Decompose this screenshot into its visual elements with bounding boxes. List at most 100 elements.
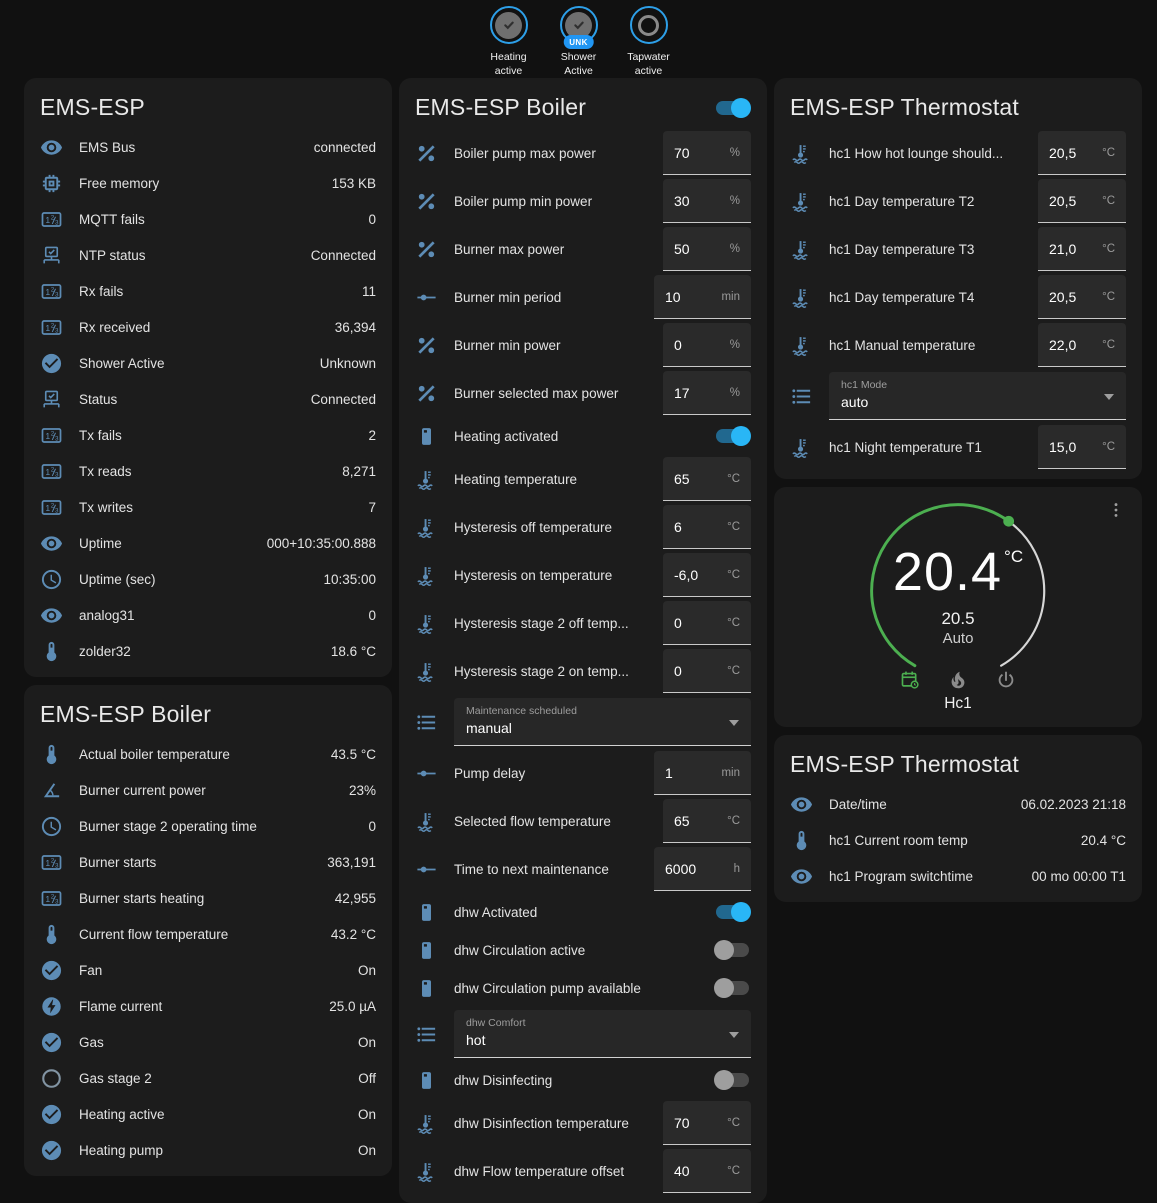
entity-row[interactable]: Burner max power50% xyxy=(399,225,767,273)
entity-row[interactable]: hc1 Day temperature T220,5°C xyxy=(774,177,1142,225)
select-input[interactable]: dhw Comforthot xyxy=(454,1010,751,1058)
number-input[interactable]: 20,5°C xyxy=(1038,131,1126,175)
entity-row[interactable]: Hysteresis stage 2 off temp...0°C xyxy=(399,599,767,647)
entity-row[interactable]: Flame current25.0 µA xyxy=(24,988,392,1024)
entity-row[interactable]: dhw Circulation active xyxy=(399,931,767,969)
entity-row[interactable]: Heating activeOn xyxy=(24,1096,392,1132)
boiler-power-toggle[interactable] xyxy=(714,98,751,118)
entity-row[interactable]: EMS Busconnected xyxy=(24,129,392,165)
number-input[interactable]: 20,5°C xyxy=(1038,179,1126,223)
entity-row[interactable]: 123Burner starts363,191 xyxy=(24,844,392,880)
number-input[interactable]: 70% xyxy=(663,131,751,175)
number-input[interactable]: 17% xyxy=(663,371,751,415)
entity-row[interactable]: 123Burner starts heating42,955 xyxy=(24,880,392,916)
entity-toggle[interactable] xyxy=(714,940,751,960)
dial-handle[interactable] xyxy=(1003,516,1014,527)
entity-row[interactable]: 123Rx fails11 xyxy=(24,273,392,309)
number-input[interactable]: 6°C xyxy=(663,505,751,549)
number-input[interactable]: 50% xyxy=(663,227,751,271)
number-input[interactable]: 6000h xyxy=(654,847,751,891)
entity-label: Heating pump xyxy=(79,1143,163,1158)
entity-row[interactable]: Gas stage 2Off xyxy=(24,1060,392,1096)
calendar-clock-icon[interactable] xyxy=(899,669,921,691)
number-input[interactable]: 70°C xyxy=(663,1101,751,1145)
entity-row[interactable]: NTP statusConnected xyxy=(24,237,392,273)
entity-row[interactable]: 123Rx received36,394 xyxy=(24,309,392,345)
entity-row[interactable]: 123Tx writes7 xyxy=(24,489,392,525)
entity-row[interactable]: Maintenance scheduledmanual xyxy=(399,695,767,749)
number-input[interactable]: 65°C xyxy=(663,457,751,501)
entity-row[interactable]: dhw Disinfecting xyxy=(399,1061,767,1099)
number-input[interactable]: 0°C xyxy=(663,601,751,645)
entity-row[interactable]: Date/time06.02.2023 21:18 xyxy=(774,786,1142,822)
entity-row[interactable]: zolder3218.6 °C xyxy=(24,633,392,669)
entity-row[interactable]: Hysteresis off temperature6°C xyxy=(399,503,767,551)
entity-row[interactable]: hc1 Modeauto xyxy=(774,369,1142,423)
entity-row[interactable]: Boiler pump max power70% xyxy=(399,129,767,177)
entity-row[interactable]: dhw Activated xyxy=(399,893,767,931)
entity-row[interactable]: Burner current power23% xyxy=(24,772,392,808)
entity-row[interactable]: Shower ActiveUnknown xyxy=(24,345,392,381)
number-input[interactable]: 10min xyxy=(654,275,751,319)
entity-row[interactable]: 123MQTT fails0 xyxy=(24,201,392,237)
number-input[interactable]: 0% xyxy=(663,323,751,367)
entity-row[interactable]: Free memory153 KB xyxy=(24,165,392,201)
number-input[interactable]: -6,0°C xyxy=(663,553,751,597)
entity-row[interactable]: hc1 Night temperature T115,0°C xyxy=(774,423,1142,471)
entity-row[interactable]: StatusConnected xyxy=(24,381,392,417)
number-input[interactable]: 1min xyxy=(654,751,751,795)
number-input[interactable]: 22,0°C xyxy=(1038,323,1126,367)
entity-row[interactable]: Boiler pump min power30% xyxy=(399,177,767,225)
entity-toggle[interactable] xyxy=(714,902,751,922)
entity-row[interactable]: hc1 Current room temp20.4 °C xyxy=(774,822,1142,858)
entity-row[interactable]: Actual boiler temperature43.5 °C xyxy=(24,736,392,772)
entity-row[interactable]: hc1 Manual temperature22,0°C xyxy=(774,321,1142,369)
entity-row[interactable]: 123Tx reads8,271 xyxy=(24,453,392,489)
badge-shower-active[interactable]: UNKShower Active xyxy=(550,6,608,78)
entity-row[interactable]: analog310 xyxy=(24,597,392,633)
entity-row[interactable]: dhw Comforthot xyxy=(399,1007,767,1061)
entity-row[interactable]: 123Tx fails2 xyxy=(24,417,392,453)
entity-row[interactable]: dhw Disinfection temperature70°C xyxy=(399,1099,767,1147)
entity-row[interactable]: Pump delay1min xyxy=(399,749,767,797)
entity-row[interactable]: hc1 Day temperature T321,0°C xyxy=(774,225,1142,273)
badge-heating-active[interactable]: Heating active xyxy=(480,6,538,78)
select-input[interactable]: hc1 Modeauto xyxy=(829,372,1126,420)
select-input[interactable]: Maintenance scheduledmanual xyxy=(454,698,751,746)
entity-row[interactable]: hc1 Program switchtime00 mo 00:00 T1 xyxy=(774,858,1142,894)
entity-row[interactable]: GasOn xyxy=(24,1024,392,1060)
power-icon[interactable] xyxy=(995,669,1017,691)
number-input[interactable]: 40°C xyxy=(663,1149,751,1193)
entity-row[interactable]: Burner selected max power17% xyxy=(399,369,767,417)
entity-row[interactable]: FanOn xyxy=(24,952,392,988)
entity-row[interactable]: Selected flow temperature65°C xyxy=(399,797,767,845)
fire-icon[interactable] xyxy=(947,669,969,691)
number-input[interactable]: 20,5°C xyxy=(1038,275,1126,319)
entity-row[interactable]: Uptime000+10:35:00.888 xyxy=(24,525,392,561)
number-input[interactable]: 30% xyxy=(663,179,751,223)
entity-row[interactable]: hc1 Day temperature T420,5°C xyxy=(774,273,1142,321)
number-input[interactable]: 0°C xyxy=(663,649,751,693)
entity-row[interactable]: dhw Flow temperature offset40°C xyxy=(399,1147,767,1195)
number-input[interactable]: 15,0°C xyxy=(1038,425,1126,469)
entity-row[interactable]: Burner min period10min xyxy=(399,273,767,321)
entity-row[interactable]: Hysteresis on temperature-6,0°C xyxy=(399,551,767,599)
entity-row[interactable]: Hysteresis stage 2 on temp...0°C xyxy=(399,647,767,695)
number-input[interactable]: 21,0°C xyxy=(1038,227,1126,271)
badge-tapwater-active[interactable]: Tapwater active xyxy=(620,6,678,78)
number-input[interactable]: 65°C xyxy=(663,799,751,843)
entity-toggle[interactable] xyxy=(714,978,751,998)
entity-toggle[interactable] xyxy=(714,1070,751,1090)
entity-row[interactable]: Time to next maintenance6000h xyxy=(399,845,767,893)
thermo-water-icon xyxy=(790,286,813,309)
entity-row[interactable]: Uptime (sec)10:35:00 xyxy=(24,561,392,597)
entity-row[interactable]: Heating activated xyxy=(399,417,767,455)
entity-row[interactable]: Heating temperature65°C xyxy=(399,455,767,503)
entity-toggle[interactable] xyxy=(714,426,751,446)
entity-row[interactable]: Current flow temperature43.2 °C xyxy=(24,916,392,952)
entity-row[interactable]: Burner stage 2 operating time0 xyxy=(24,808,392,844)
entity-row[interactable]: Heating pumpOn xyxy=(24,1132,392,1168)
entity-row[interactable]: Burner min power0% xyxy=(399,321,767,369)
entity-row[interactable]: hc1 How hot lounge should...20,5°C xyxy=(774,129,1142,177)
entity-row[interactable]: dhw Circulation pump available xyxy=(399,969,767,1007)
